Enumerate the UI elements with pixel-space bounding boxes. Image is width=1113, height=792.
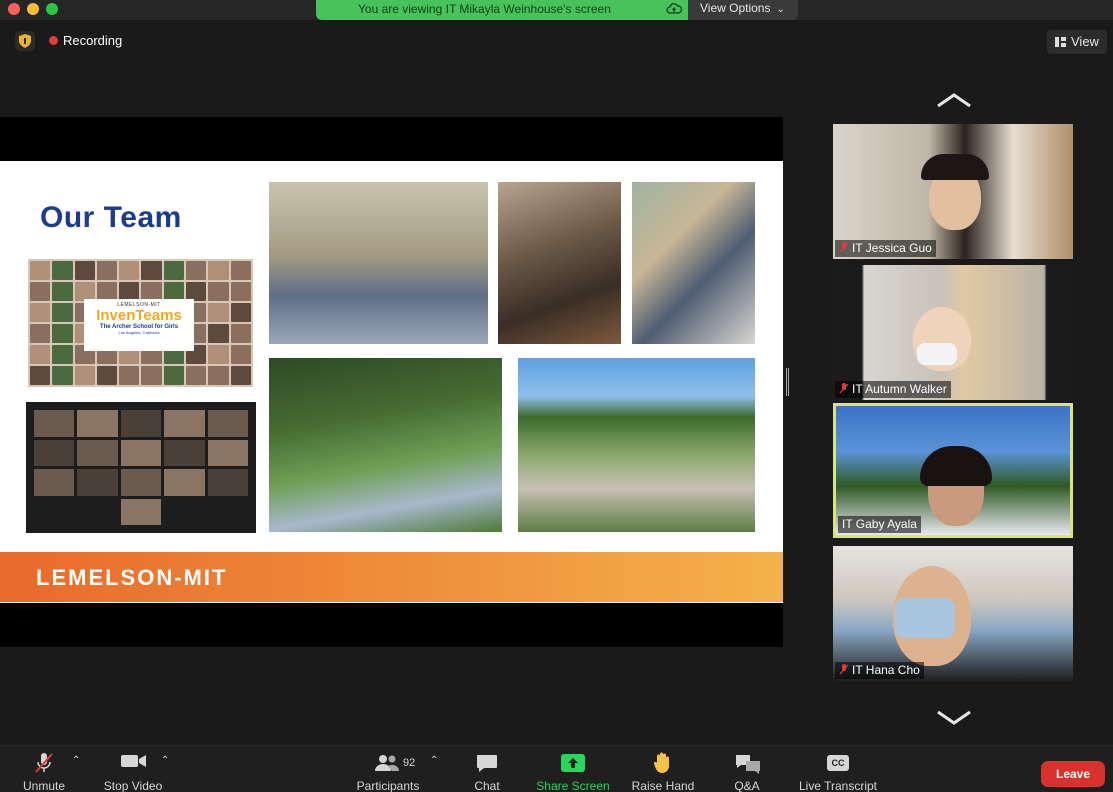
students-garden-photo <box>269 358 502 532</box>
student-soldering-photo <box>498 182 621 344</box>
grid-layout-icon <box>1055 37 1066 47</box>
participants-options-caret-icon[interactable]: ⌃ <box>430 755 438 766</box>
stop-video-label: Stop Video <box>103 779 163 792</box>
audio-options-caret-icon[interactable]: ⌃ <box>72 755 80 766</box>
cloud-icon <box>666 3 682 14</box>
mic-muted-icon <box>839 242 849 253</box>
viewing-screen-banner: You are viewing IT Mikayla Weinhouse's s… <box>316 0 688 20</box>
recording-label: Recording <box>63 33 123 48</box>
face-mask <box>895 598 955 638</box>
inventeams-logo: InvenTeams <box>96 307 182 324</box>
view-options-label: View Options <box>700 1 771 15</box>
participant-name-label: IT Jessica Guo <box>835 240 936 257</box>
close-window-button[interactable] <box>8 3 20 15</box>
chat-button[interactable]: Chat <box>466 746 508 792</box>
recording-dot-icon <box>49 36 58 45</box>
qa-button[interactable]: Q&A <box>728 746 766 792</box>
live-transcript-button[interactable]: CC Live Transcript <box>792 746 884 792</box>
fullscreen-window-button[interactable] <box>46 3 58 15</box>
video-options-caret-icon[interactable]: ⌃ <box>161 755 169 766</box>
shared-screen: Our Team LEMELSON-MIT InvenTeams The Arc… <box>0 117 783 647</box>
video-tile[interactable]: IT Jessica Guo <box>833 124 1073 259</box>
raise-hand-icon <box>653 752 669 773</box>
stop-video-button[interactable]: Stop Video <box>98 746 168 792</box>
participant-name-label: IT Autumn Walker <box>835 381 951 398</box>
chat-label: Chat <box>474 779 500 792</box>
unmute-label: Unmute <box>22 779 66 792</box>
participant-hair <box>921 154 989 180</box>
team-outdoor-selfie-photo <box>518 358 755 532</box>
inventeams-logo-card: LEMELSON-MIT InvenTeams The Archer Schoo… <box>84 299 194 351</box>
video-tile[interactable]: IT Hana Cho <box>833 546 1073 681</box>
gallery-scroll-up-icon[interactable] <box>936 92 972 108</box>
chevron-down-icon: ⌄ <box>776 4 785 15</box>
presentation-slide: Our Team LEMELSON-MIT InvenTeams The Arc… <box>0 161 783 603</box>
lemelson-footer-logo: LEMELSON-MIT <box>36 565 228 590</box>
participant-name-label: IT Hana Cho <box>835 662 924 679</box>
participants-count: 92 <box>403 757 416 769</box>
school-city: Los Angeles, California <box>118 330 160 335</box>
chat-bubble-icon <box>477 755 497 772</box>
video-camera-icon <box>121 755 146 767</box>
students-laptops-photo <box>632 182 755 344</box>
lemelson-footer-banner: LEMELSON-MIT <box>0 552 783 602</box>
students-workshop-photo <box>269 182 488 344</box>
view-options-button[interactable]: View Options ⌄ <box>688 0 798 20</box>
split-resize-handle[interactable] <box>786 368 789 396</box>
minimize-window-button[interactable] <box>27 3 39 15</box>
meeting-toolbar: Unmute ⌃ Stop Video ⌃ 92 Participants ⌃ <box>0 745 1113 792</box>
shield-icon <box>19 34 31 48</box>
participant-name-label: IT Gaby Ayala <box>838 516 921 533</box>
leave-meeting-button[interactable]: Leave <box>1041 761 1105 787</box>
security-shield-icon[interactable] <box>15 31 35 51</box>
view-layout-button[interactable]: View <box>1047 30 1107 54</box>
unmute-button[interactable]: Unmute <box>14 746 74 792</box>
qa-label: Q&A <box>734 779 760 792</box>
share-screen-button[interactable]: Share Screen <box>532 746 614 792</box>
view-button-label: View <box>1071 34 1099 49</box>
participants-label: Participants <box>356 779 420 792</box>
viewing-screen-text: You are viewing IT Mikayla Weinhouse's s… <box>358 2 611 16</box>
slide-title: Our Team <box>40 201 182 234</box>
closed-captions-icon: CC <box>827 755 849 771</box>
participants-button[interactable]: 92 Participants <box>350 746 426 792</box>
video-tile[interactable]: IT Autumn Walker <box>833 265 1073 400</box>
mic-muted-icon <box>839 664 849 675</box>
zoom-window: You are viewing IT Mikayla Weinhouse's s… <box>0 0 1113 792</box>
title-bar: You are viewing IT Mikayla Weinhouse's s… <box>0 0 1113 20</box>
participant-hair <box>920 446 992 486</box>
participants-icon <box>375 755 400 771</box>
share-screen-icon <box>561 754 585 772</box>
zoom-gallery-screenshot-image <box>26 402 256 533</box>
mic-muted-icon <box>35 753 53 773</box>
mic-muted-icon <box>839 383 849 394</box>
gallery-scroll-down-icon[interactable] <box>936 710 972 726</box>
qa-bubbles-icon <box>736 755 760 774</box>
raise-hand-label: Raise Hand <box>631 779 695 792</box>
face-mask <box>917 343 957 365</box>
raise-hand-button[interactable]: Raise Hand <box>628 746 698 792</box>
share-screen-label: Share Screen <box>536 779 610 792</box>
live-transcript-label: Live Transcript <box>798 779 878 792</box>
video-tile-active-speaker[interactable]: IT Gaby Ayala <box>833 403 1073 538</box>
